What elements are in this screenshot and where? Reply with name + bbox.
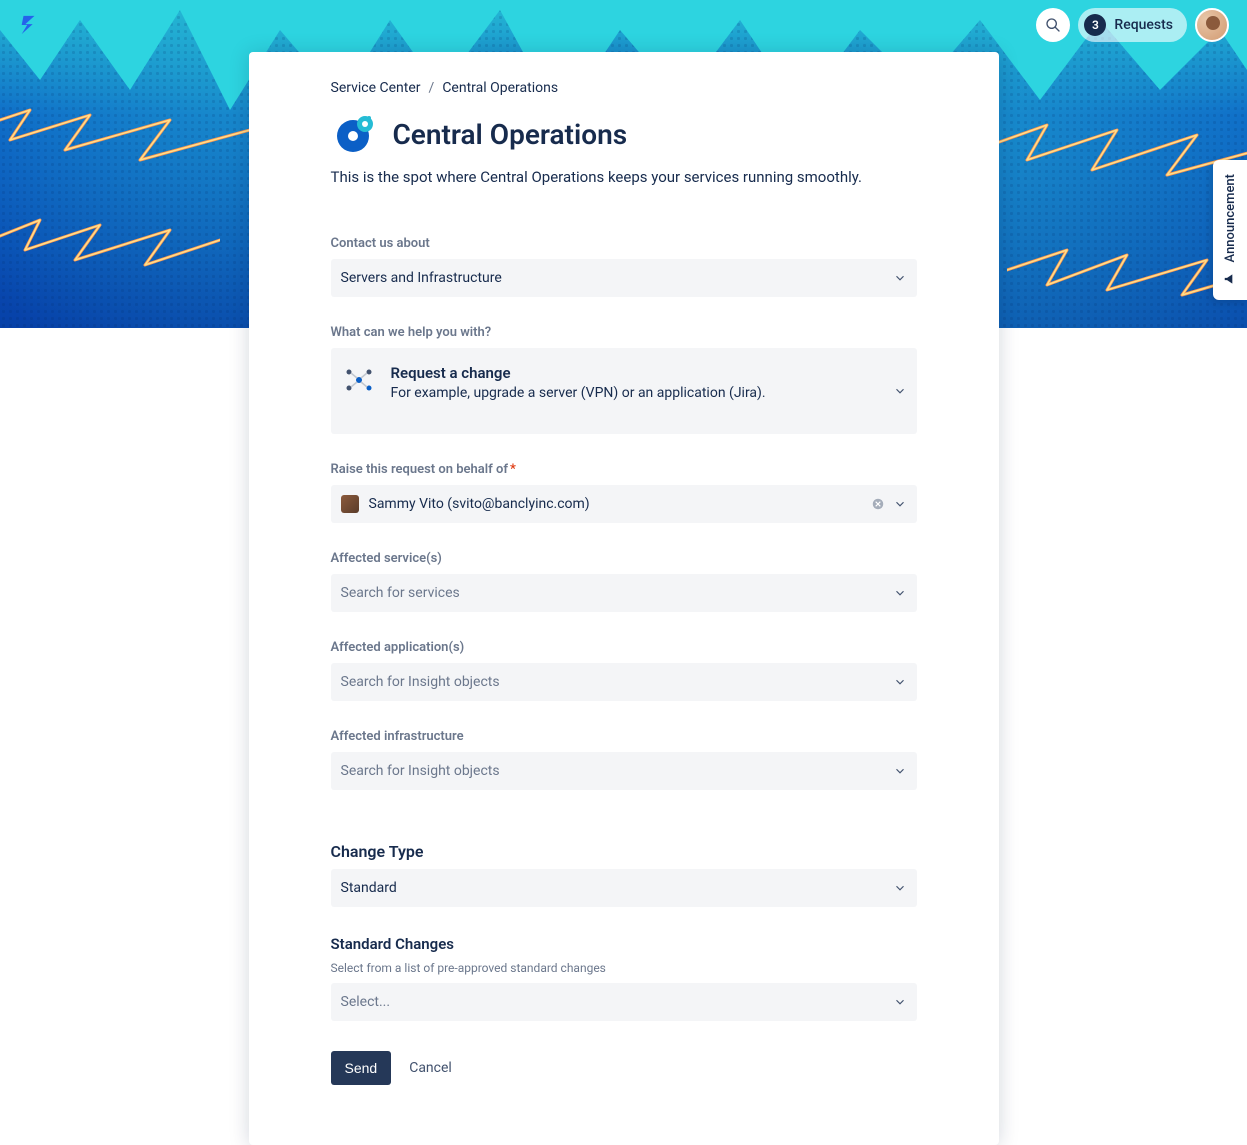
std-changes-select[interactable]: Select...	[331, 983, 917, 1021]
change-type-select[interactable]: Standard	[331, 869, 917, 907]
help-select[interactable]: Request a change For example, upgrade a …	[331, 348, 917, 434]
user-avatar-small	[341, 495, 359, 513]
change-type-value: Standard	[341, 880, 397, 896]
services-label: Affected service(s)	[331, 551, 917, 566]
announcement-label: Announcement	[1223, 174, 1238, 262]
behalf-select[interactable]: Sammy Vito (svito@banclyinc.com)	[331, 485, 917, 523]
std-changes-help: Select from a list of pre-approved stand…	[331, 961, 917, 975]
help-label: What can we help you with?	[331, 325, 917, 340]
project-icon	[331, 110, 379, 158]
apps-placeholder: Search for Insight objects	[341, 674, 500, 690]
chevron-down-icon	[893, 675, 907, 689]
behalf-label: Raise this request on behalf of*	[331, 462, 917, 477]
chevron-down-icon	[893, 881, 907, 895]
requests-label: Requests	[1114, 17, 1173, 33]
contact-label: Contact us about	[331, 236, 917, 251]
behalf-value: Sammy Vito (svito@banclyinc.com)	[369, 496, 590, 512]
std-changes-label: Standard Changes	[331, 935, 917, 953]
services-select[interactable]: Search for services	[331, 574, 917, 612]
std-changes-placeholder: Select...	[341, 994, 391, 1010]
lightning-bolt-decoration	[0, 200, 220, 280]
infra-label: Affected infrastructure	[331, 729, 917, 744]
apps-label: Affected application(s)	[331, 640, 917, 655]
breadcrumb-separator: /	[429, 80, 435, 96]
breadcrumb-service-center[interactable]: Service Center	[331, 80, 421, 96]
chevron-down-icon	[893, 764, 907, 778]
megaphone-icon	[1223, 272, 1237, 286]
requests-button[interactable]: 3 Requests	[1078, 8, 1187, 42]
cancel-button[interactable]: Cancel	[409, 1060, 452, 1076]
apps-select[interactable]: Search for Insight objects	[331, 663, 917, 701]
announcement-tab[interactable]: Announcement	[1213, 160, 1247, 300]
breadcrumb-current: Central Operations	[442, 80, 558, 96]
chevron-down-icon	[893, 497, 907, 511]
help-option-desc: For example, upgrade a server (VPN) or a…	[391, 385, 766, 401]
send-button[interactable]: Send	[331, 1051, 392, 1085]
lightning-bolt-decoration	[977, 100, 1247, 200]
breadcrumb: Service Center / Central Operations	[331, 80, 917, 96]
help-option-title: Request a change	[391, 364, 766, 382]
chevron-down-icon	[893, 586, 907, 600]
user-avatar[interactable]	[1195, 8, 1229, 42]
contact-select-value: Servers and Infrastructure	[341, 270, 502, 286]
search-button[interactable]	[1036, 8, 1070, 42]
request-change-icon	[343, 364, 375, 396]
change-type-label: Change Type	[331, 842, 917, 861]
request-form-card: Service Center / Central Operations Cent…	[249, 52, 999, 1145]
chevron-down-icon	[893, 384, 907, 398]
lightning-bolt-decoration	[0, 80, 250, 180]
search-icon	[1045, 17, 1061, 33]
chevron-down-icon	[893, 271, 907, 285]
chevron-down-icon	[893, 995, 907, 1009]
lightning-bolt-decoration	[1007, 230, 1247, 310]
requests-count-badge: 3	[1084, 14, 1106, 36]
clear-icon[interactable]	[871, 497, 885, 511]
topbar: 3 Requests	[18, 8, 1229, 42]
page-description: This is the spot where Central Operation…	[331, 168, 917, 186]
app-logo-icon[interactable]	[18, 14, 40, 36]
contact-select[interactable]: Servers and Infrastructure	[331, 259, 917, 297]
page-title: Central Operations	[393, 118, 628, 151]
services-placeholder: Search for services	[341, 585, 460, 601]
infra-placeholder: Search for Insight objects	[341, 763, 500, 779]
infra-select[interactable]: Search for Insight objects	[331, 752, 917, 790]
